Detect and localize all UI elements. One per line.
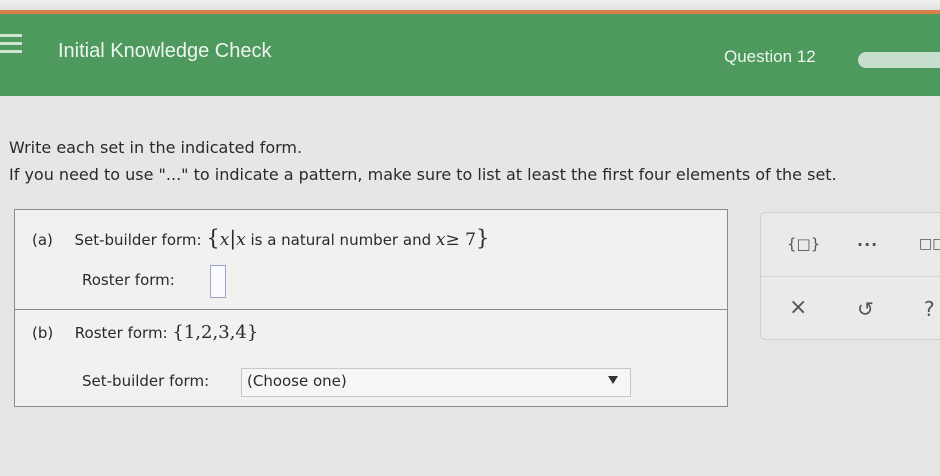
question-number: Question 12 <box>724 47 816 66</box>
page-title: Initial Knowledge Check <box>58 40 272 62</box>
part-b-label: (b) <box>32 324 54 342</box>
undo-icon[interactable]: ↺ <box>857 297 874 321</box>
set-builder-select[interactable]: (Choose one) <box>241 368 631 397</box>
chevron-down-icon <box>608 376 618 384</box>
union-symbol-button[interactable]: □□ <box>919 236 940 252</box>
help-icon[interactable]: ? <box>924 297 935 321</box>
ellipsis-button[interactable]: ... <box>857 231 878 250</box>
progress-bar <box>858 52 940 68</box>
part-b-answer-prompt: Set-builder form: <box>82 372 210 390</box>
part-a-label: (a) <box>32 231 53 249</box>
instructions: Write each set in the indicated form. If… <box>9 134 929 188</box>
part-b-set: {1,2,3,4} <box>172 322 259 343</box>
part-b-row: (b) Roster form: {1,2,3,4} <box>32 322 258 343</box>
instruction-line-1: Write each set in the indicated form. <box>9 138 303 157</box>
select-value: (Choose one) <box>247 372 347 390</box>
question-box: (a) Set-builder form: {x|x is a natural … <box>14 209 728 407</box>
part-a-prompt: Set-builder form: <box>74 231 202 249</box>
browser-top-strip <box>0 0 940 10</box>
set-braces-button[interactable]: {□} <box>787 235 820 253</box>
instruction-line-2: If you need to use "..." to indicate a p… <box>9 165 837 184</box>
part-a-condition: x≥ 7} <box>435 226 490 250</box>
part-a-phrase: is a natural number and <box>250 231 432 249</box>
math-tools-panel: {□} ... □□ × ↺ ? <box>760 212 940 340</box>
tools-separator <box>761 276 940 277</box>
clear-button[interactable]: × <box>789 295 807 320</box>
part-divider <box>15 309 727 310</box>
part-a-row: (a) Set-builder form: {x|x is a natural … <box>32 226 489 250</box>
part-a-set: {x|x <box>206 226 246 250</box>
roster-answer-input[interactable] <box>210 265 226 298</box>
part-b-prompt: Roster form: <box>74 324 168 342</box>
part-a-answer-prompt: Roster form: <box>82 271 175 289</box>
menu-icon[interactable] <box>0 34 22 54</box>
